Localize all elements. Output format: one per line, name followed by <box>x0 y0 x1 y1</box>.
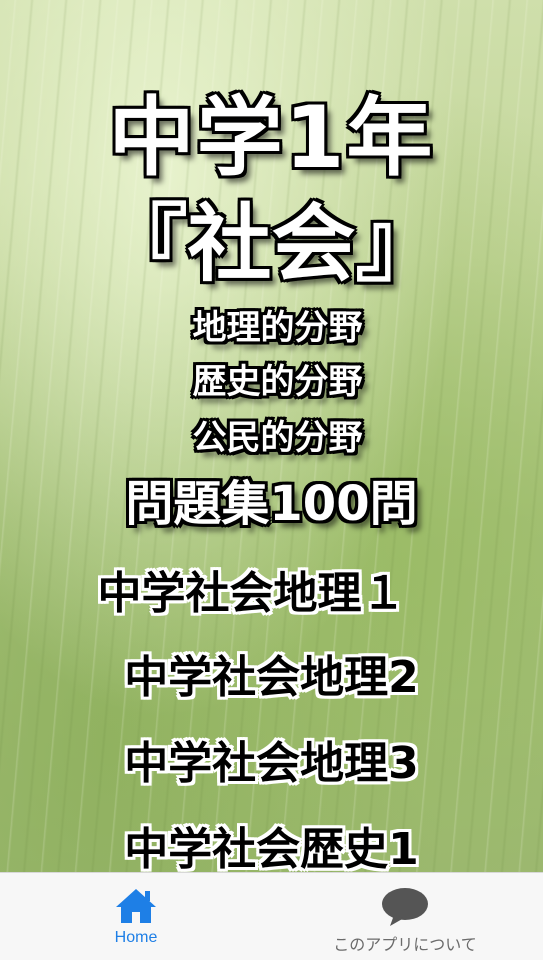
home-icon <box>116 889 156 923</box>
hero-subtitle-civics: 公民的分野 <box>192 418 363 458</box>
tab-about-label: このアプリについて <box>333 937 477 954</box>
speech-bubble-icon <box>382 888 428 926</box>
menu-item-geography-2[interactable]: 中学社会地理2 <box>0 650 543 706</box>
bottom-tab-bar: Home このアプリについて <box>0 872 543 960</box>
hero-subtitle-geography: 地理的分野 <box>192 308 363 348</box>
tab-home-label: Home <box>114 929 158 946</box>
hero-subtitle-history: 歴史的分野 <box>192 362 363 402</box>
hero-title-line3: 問題集100問 <box>125 476 418 532</box>
main-screen: 中学1年 『社会』 地理的分野 歴史的分野 公民的分野 問題集100問 中学社会… <box>0 0 543 872</box>
hero-title-line1: 中学1年 <box>108 88 435 188</box>
menu-item-geography-1[interactable]: 中学社会地理１ <box>0 566 523 622</box>
hero-title-line2: 『社会』 <box>103 195 440 293</box>
tab-about[interactable]: このアプリについて <box>300 873 510 960</box>
tab-home[interactable]: Home <box>86 873 186 960</box>
menu-item-history-1[interactable]: 中学社会歴史1 <box>0 822 543 872</box>
menu-item-geography-3[interactable]: 中学社会地理3 <box>0 736 543 792</box>
